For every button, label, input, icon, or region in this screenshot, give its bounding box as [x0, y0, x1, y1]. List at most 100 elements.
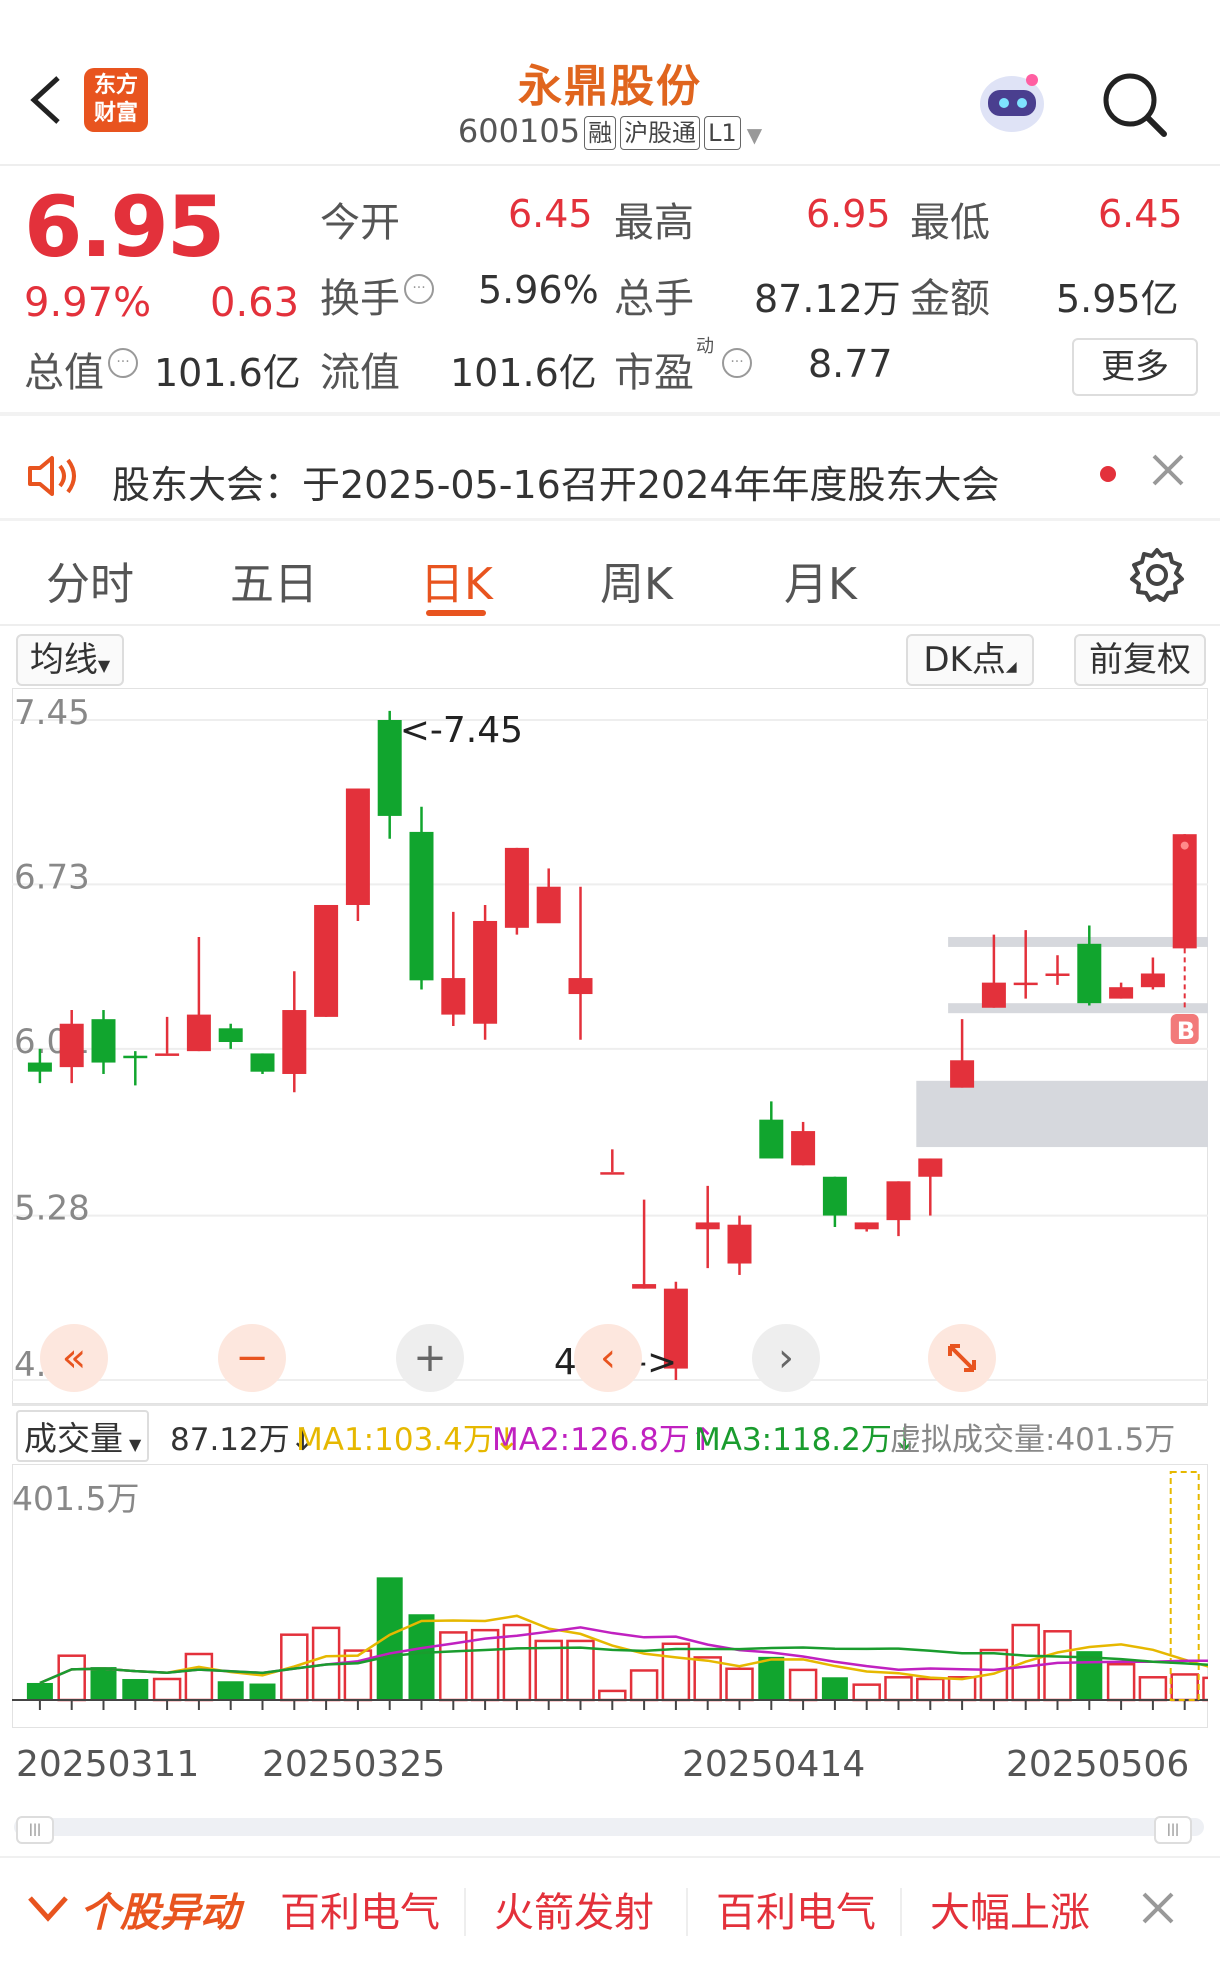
pe-info-icon[interactable]: ··· — [722, 348, 752, 378]
dk-point-button[interactable]: DK点◢ — [906, 634, 1034, 686]
gear-icon — [1130, 548, 1184, 602]
candle-body — [186, 1014, 211, 1052]
volume-value: 87.12万 — [754, 277, 901, 321]
candle-body — [886, 1181, 911, 1221]
more-quote-button[interactable]: 更多 — [1072, 338, 1198, 396]
zoom-out-button[interactable]: − — [218, 1324, 286, 1392]
volume-bar — [566, 1639, 595, 1702]
tab-monthly-k[interactable]: 月K — [784, 548, 857, 612]
volume-bar — [598, 1689, 627, 1702]
tab-daily-k[interactable]: 日K — [420, 548, 493, 612]
candle-body — [377, 720, 402, 816]
ma-select[interactable]: 均线▼ — [16, 634, 124, 686]
date-label: 20250311 — [16, 1744, 200, 1785]
adjust-button[interactable]: 前复权 — [1074, 634, 1206, 686]
candle-body — [123, 1055, 148, 1059]
candle-body — [1140, 973, 1165, 988]
candle-body — [91, 1019, 116, 1063]
virtual-volume: 虚拟成交量:401.5万 — [890, 1422, 1176, 1458]
settings-button[interactable] — [1128, 546, 1186, 604]
tab-weekly-k[interactable]: 周K — [600, 548, 673, 612]
collapse-button[interactable] — [26, 1890, 70, 1926]
candle-body — [59, 1023, 84, 1068]
active-tab-underline — [426, 610, 486, 616]
low-label: 最低 — [910, 200, 990, 246]
chart-scrollbar[interactable] — [14, 1818, 1204, 1836]
caret-down-icon: ▼ — [129, 1435, 142, 1454]
open-value: 6.45 — [508, 192, 593, 236]
date-label: 20250506 — [1006, 1744, 1190, 1785]
close-bottom-bar-button[interactable] — [1140, 1890, 1176, 1926]
candle-body — [791, 1131, 816, 1166]
alert-item[interactable]: 火箭发射 — [494, 1880, 654, 1938]
y-tick-label: 6.73 — [14, 857, 90, 897]
zoom-in-button[interactable]: + — [396, 1324, 464, 1392]
search-button[interactable] — [1100, 70, 1170, 140]
volume-bar — [821, 1677, 848, 1700]
candle-body — [822, 1176, 847, 1216]
ma-select-label: 均线 — [29, 640, 98, 680]
dk-point-label: DK点 — [923, 640, 1006, 680]
mktcap-label: 总值 — [24, 350, 104, 396]
high-value: 6.95 — [806, 192, 891, 236]
volume-bar — [26, 1682, 53, 1700]
tag-level: L1 — [704, 116, 741, 150]
prev-button[interactable]: ‹ — [574, 1324, 642, 1392]
candle-body — [218, 1028, 243, 1043]
next-button[interactable]: › — [752, 1324, 820, 1392]
y-tick-label: 7.45 — [14, 693, 90, 733]
volume-selector[interactable]: 成交量 ▼ — [16, 1410, 150, 1462]
expand-button[interactable] — [928, 1324, 996, 1392]
robot-assistant-icon[interactable] — [972, 64, 1052, 140]
low-value: 6.45 — [1098, 192, 1183, 236]
volume-current-value: 87.12万 — [170, 1422, 290, 1458]
alert-item[interactable]: 百利电气 — [280, 1880, 440, 1938]
candle-body — [1045, 973, 1070, 976]
volume-ma3-value: MA3:118.2万 — [694, 1422, 892, 1458]
divider — [900, 1888, 902, 1936]
volume-ma1: MA1:103.4万↓ — [296, 1414, 520, 1459]
tab-minute[interactable]: 分时 — [46, 548, 134, 612]
candle-body — [282, 1010, 307, 1074]
high-label: 最高 — [614, 200, 694, 246]
candle-body — [727, 1224, 752, 1264]
turnover-label: 换手 — [320, 276, 400, 322]
expand-icon — [948, 1344, 976, 1372]
volume-chart[interactable]: 401.5万 — [12, 1464, 1208, 1728]
volume-bar — [90, 1667, 117, 1700]
volume-bar — [122, 1678, 149, 1700]
divider — [0, 1856, 1220, 1858]
notice-text[interactable]: 股东大会：于2025-05-16召开2024年年度股东大会 — [112, 454, 1000, 509]
tab-five-day[interactable]: 五日 — [230, 548, 318, 612]
change-percent: 9.97% — [24, 280, 152, 326]
volume-ma2: MA2:126.8万↑ — [492, 1414, 716, 1459]
candle-body — [918, 1158, 943, 1177]
close-notice-button[interactable] — [1148, 450, 1188, 490]
volume-bar — [1202, 1676, 1208, 1702]
alert-item[interactable]: 大幅上涨 — [930, 1880, 1090, 1938]
scroll-left-button[interactable]: « — [40, 1324, 108, 1392]
close-icon — [1142, 1892, 1174, 1924]
alert-item[interactable]: 百利电气 — [716, 1880, 876, 1938]
speaker-icon — [26, 452, 82, 500]
scroll-handle-right[interactable]: ||| — [1154, 1816, 1192, 1844]
candle-body — [950, 1060, 975, 1088]
y-tick-label: 5.28 — [14, 1189, 90, 1229]
volume-bar — [376, 1577, 403, 1700]
scroll-handle-left[interactable]: ||| — [16, 1816, 54, 1844]
search-icon — [1103, 73, 1167, 137]
dropdown-icon[interactable]: ▼ — [747, 123, 762, 147]
volume-bar — [1170, 1673, 1199, 1702]
volume-bar — [1106, 1662, 1136, 1702]
candle-body — [632, 1284, 657, 1289]
volume-bar — [916, 1677, 945, 1702]
divider — [0, 164, 1220, 166]
divider — [12, 1404, 1208, 1406]
candle-body — [1109, 987, 1134, 999]
open-label: 今开 — [320, 200, 400, 246]
turnover-info-icon[interactable]: ··· — [404, 274, 434, 304]
mktcap-info-icon[interactable]: ··· — [108, 348, 138, 378]
divider — [0, 412, 1220, 416]
pe-superscript: 动 — [696, 336, 714, 357]
candlestick-chart[interactable]: 7.456.736.015.284.56<-7.454.56->B — [12, 688, 1208, 1404]
